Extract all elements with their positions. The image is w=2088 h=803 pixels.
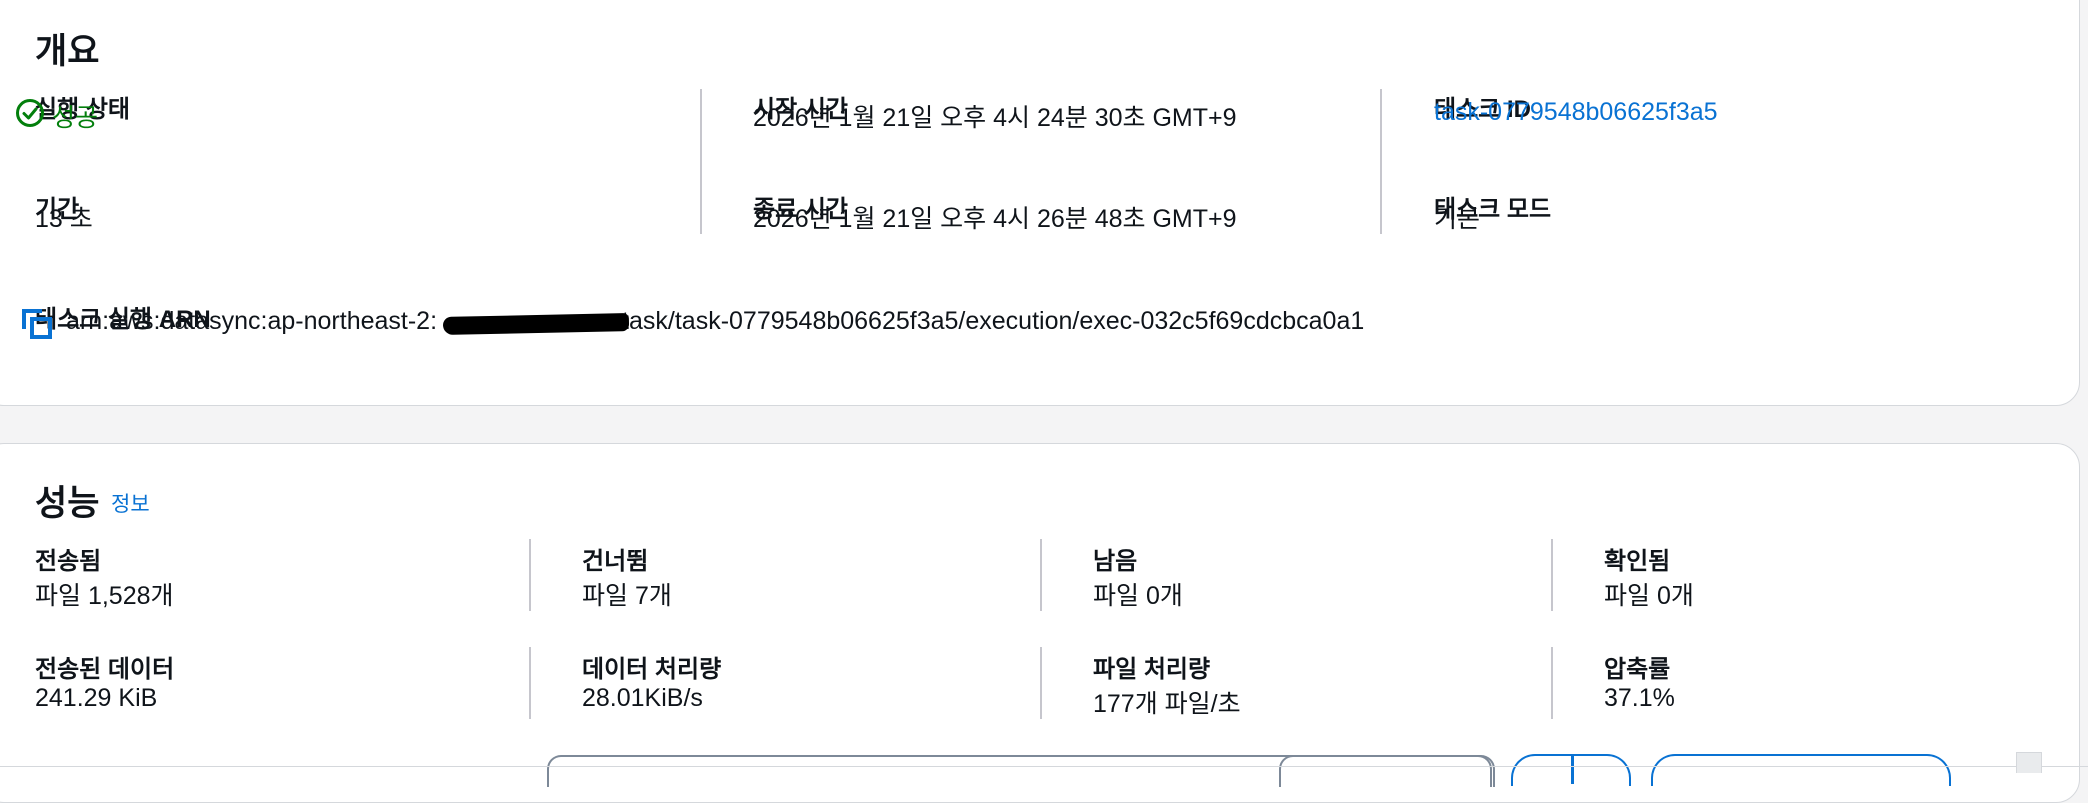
duration-value: 13 초 (35, 205, 93, 233)
split-button-divider (1571, 754, 1574, 784)
metric-label: 데이터 처리량 (582, 656, 722, 683)
copy-icon[interactable] (19, 306, 55, 342)
column-divider (529, 647, 531, 719)
metric-value: 37.1% (1604, 684, 1675, 712)
metric-label: 압축률 (1604, 656, 1671, 683)
arn-prefix: arn:aws:datasync:ap-northeast-2: (66, 307, 438, 335)
column-divider (1551, 539, 1553, 611)
primary-action-button[interactable] (1651, 754, 1951, 786)
metric-label: 확인됨 (1604, 548, 1671, 575)
arn-suffix: task/task-0779548b06625f3a5/execution/ex… (622, 307, 1365, 335)
metric-value: 241.29 KiB (35, 684, 158, 712)
metric-value: 파일 0개 (1604, 582, 1694, 610)
performance-panel: 성능 정보 전송됨 파일 1,528개 건너뜀 파일 7개 남음 파일 0개 확… (0, 443, 2080, 803)
overview-panel: 개요 실행 상태 성공 기간 13 초 시작 시간 2026년 1월 21일 오… (0, 0, 2080, 406)
arn-value: arn:aws:datasync:ap-northeast-2: task/tas… (66, 307, 1364, 336)
task-id-link[interactable]: task-0779548b06625f3a5 (1434, 98, 1718, 127)
metric-label: 전송된 데이터 (35, 656, 175, 683)
page-bottom-divider (0, 766, 2088, 767)
metric-value: 28.01KiB/s (582, 684, 703, 712)
column-divider (1040, 647, 1042, 719)
column-divider (700, 89, 702, 234)
column-divider (1380, 89, 1382, 234)
metric-value: 177개 파일/초 (1093, 690, 1241, 718)
column-divider (1040, 539, 1042, 611)
info-link[interactable]: 정보 (111, 488, 150, 518)
scroll-corner (2016, 752, 2042, 773)
column-divider (529, 539, 531, 611)
metric-label: 전송됨 (35, 548, 102, 575)
select-dropdown[interactable] (1279, 755, 1492, 787)
start-time-value: 2026년 1월 21일 오후 4시 24분 30초 GMT+9 (753, 104, 1237, 132)
task-mode-value: 기본 (1434, 205, 1481, 233)
column-divider (1551, 647, 1553, 719)
end-time-value: 2026년 1월 21일 오후 4시 26분 48초 GMT+9 (753, 205, 1237, 233)
performance-heading: 성능 (35, 484, 100, 523)
check-circle-icon (16, 99, 44, 127)
metric-value: 파일 0개 (1093, 582, 1183, 610)
metric-label: 남음 (1093, 548, 1138, 575)
metric-value: 파일 7개 (582, 582, 672, 610)
metric-value: 파일 1,528개 (35, 582, 174, 610)
overview-heading: 개요 (35, 32, 100, 71)
metric-label: 파일 처리량 (1093, 656, 1211, 683)
metric-label: 건너뜀 (582, 548, 649, 575)
status-value: 성공 (52, 104, 99, 132)
